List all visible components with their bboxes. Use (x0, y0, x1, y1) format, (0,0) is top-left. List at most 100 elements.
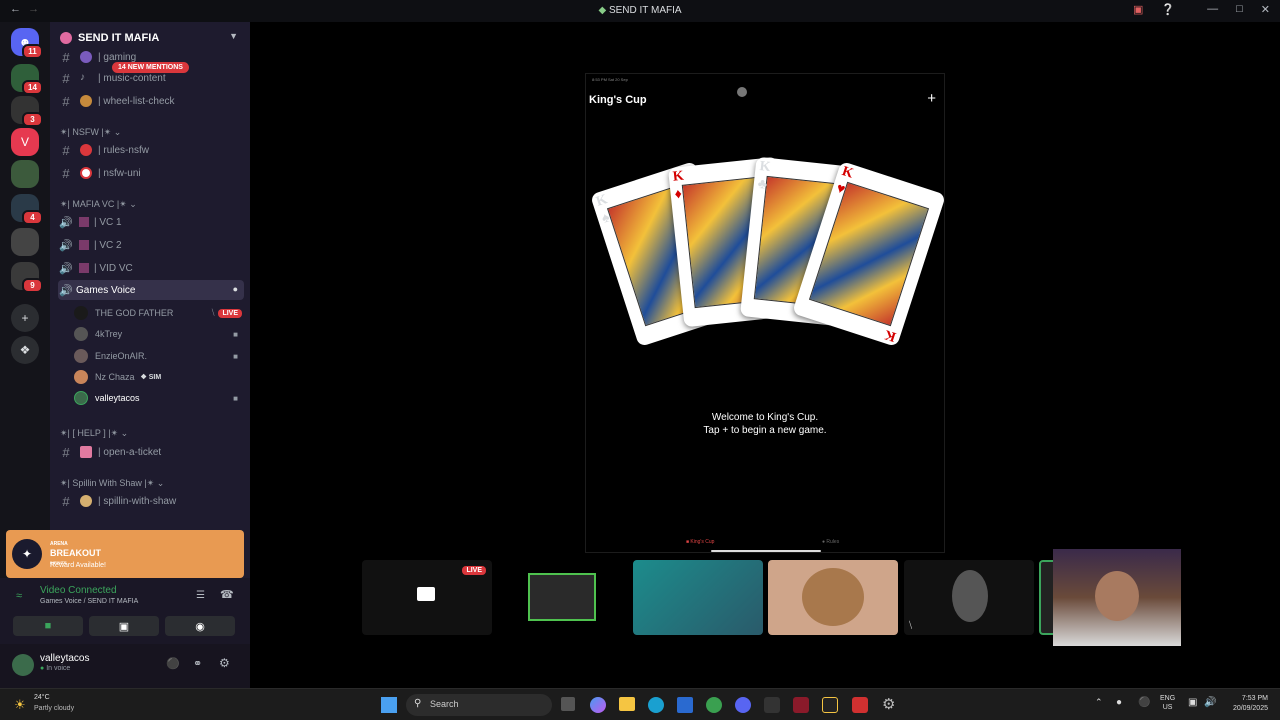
no-entry-icon (80, 144, 92, 156)
chat-bubble-icon[interactable]: ● (233, 284, 238, 294)
app-icon-4[interactable] (852, 697, 868, 713)
start-button[interactable] (381, 697, 397, 713)
category-help[interactable]: ✴| [ HELP ] |✴ ⌄ (60, 428, 128, 439)
tray-chevron-icon[interactable]: ⌃ (1095, 697, 1103, 708)
game-logo-icon: ✦ (12, 539, 42, 569)
category-mafia-vc[interactable]: ✴| MAFIA VC |✴ ⌄ (60, 199, 137, 210)
taskbar-search[interactable]: ⚲ Search (406, 694, 552, 716)
voice-user-nz-chaza[interactable]: Nz Chaza ❖ SIM (74, 367, 244, 387)
help-icon[interactable]: ❔ (1161, 3, 1175, 16)
participant-tile-2[interactable] (497, 560, 627, 635)
server-icon-1[interactable]: 14 (11, 64, 43, 95)
soundboard-icon[interactable]: ☰ (196, 590, 205, 601)
server-icon-3[interactable] (11, 160, 39, 188)
participant-tile-screen[interactable]: LIVE (362, 560, 492, 635)
video-toggle-button[interactable]: ■ (13, 616, 83, 636)
speaker-icon: 🔊 (59, 216, 73, 229)
hash-icon: # (62, 444, 70, 460)
signal-icon[interactable]: ≈ (16, 590, 22, 602)
voice-user-valleytacos[interactable]: valleytacos ■ (74, 388, 244, 408)
server-icon-4[interactable]: 4 (11, 194, 43, 225)
app-icon-2[interactable] (793, 697, 809, 713)
server-icon-valorant[interactable]: V (11, 128, 39, 156)
channel-wheel-list-check[interactable]: # | wheel-list-check (58, 91, 244, 111)
close-button[interactable]: ✕ (1261, 3, 1270, 16)
avatar (74, 306, 88, 320)
avatar (74, 370, 88, 384)
screen-share-button[interactable]: ▣ (89, 616, 159, 636)
voice-channel-vc2[interactable]: 🔊 | VC 2 (58, 235, 244, 255)
cards-icon: ■ (686, 539, 690, 545)
discord-taskbar-icon[interactable] (735, 697, 751, 713)
voice-channel-games-voice[interactable]: 🔊 Games Voice ● (58, 280, 244, 300)
weather-desc[interactable]: Partly cloudy (34, 705, 74, 712)
phone-screen[interactable]: 8:53 PM Sat 20 Sep King's Cup + ‹ K ♠ K … (585, 73, 947, 553)
live-badge: LIVE (218, 308, 242, 318)
clock[interactable]: 7:53 PM 20/09/2025 (1226, 694, 1268, 714)
app-icon-3[interactable] (822, 697, 838, 713)
inbox-icon[interactable]: ▣ (1133, 3, 1143, 16)
minimize-button[interactable]: — (1207, 3, 1218, 16)
participant-tile-4[interactable] (768, 560, 898, 635)
camera-icon: ■ (233, 351, 238, 361)
server-icon-2[interactable]: 3 (11, 96, 43, 127)
activity-button[interactable]: ◉ (165, 616, 235, 636)
settings-gear-icon[interactable]: ⚙ (219, 656, 230, 670)
discord-home-icon[interactable]: ☻ 11 (11, 28, 43, 59)
microphone-icon[interactable]: ⚫ (166, 657, 180, 670)
app-icon-1[interactable] (764, 697, 780, 713)
language-indicator[interactable]: ENG US (1160, 694, 1175, 712)
hash-icon: # (62, 49, 70, 65)
camera-icon: ■ (233, 393, 238, 403)
voice-user-4ktrey[interactable]: 4kTrey ■ (74, 324, 244, 344)
new-game-plus-button[interactable]: + (927, 90, 936, 107)
edge-icon[interactable] (648, 697, 664, 713)
chrome-icon[interactable] (706, 697, 722, 713)
tray-app-icon[interactable]: ● (1116, 697, 1122, 708)
volume-icon[interactable]: 🔊 (1204, 697, 1216, 708)
discover-icon[interactable]: ❖ (11, 336, 39, 364)
network-icon[interactable]: ▣ (1188, 697, 1197, 708)
copilot-icon[interactable] (590, 697, 606, 713)
avatar (74, 391, 88, 405)
voice-user-god-father[interactable]: THE GOD FATHER ⧹ LIVE (74, 303, 244, 323)
window-title: ◆ SEND IT MAFIA (598, 5, 682, 16)
chevron-down-icon[interactable]: ▼ (229, 31, 238, 41)
category-nsfw[interactable]: ✴| NSFW |✴ ⌄ (60, 127, 121, 138)
tab-kings-cup[interactable]: ■ King's Cup (686, 539, 714, 545)
channel-emoji-icon (79, 217, 89, 227)
participant-tile-5[interactable]: ⧹ (904, 560, 1034, 635)
channel-music-content[interactable]: # ♪ | music-content (58, 68, 244, 88)
username[interactable]: valleytacos (40, 653, 89, 664)
channel-emoji-icon (79, 263, 89, 273)
promo-banner[interactable]: ✦ ARENA BREAKOUT INFINITE Reward Availab… (6, 530, 244, 578)
channel-spillin-with-shaw[interactable]: # | spillin-with-shaw (58, 491, 244, 511)
voice-user-enzieonair[interactable]: EnzieOnAIR. ■ (74, 346, 244, 366)
user-avatar[interactable] (12, 654, 34, 676)
voice-channel-vid-vc[interactable]: 🔊 | VID VC (58, 258, 244, 278)
channel-open-a-ticket[interactable]: # | open-a-ticket (58, 442, 244, 462)
headphones-icon[interactable]: ⚭ (193, 657, 202, 670)
category-spillin[interactable]: ✴| Spillin With Shaw |✴ ⌄ (60, 478, 164, 489)
server-icon-5[interactable] (11, 228, 39, 256)
voice-location[interactable]: Games Voice / SEND IT MAFIA (40, 598, 138, 605)
channel-nsfw-uni[interactable]: # | nsfw-uni (58, 163, 244, 183)
tab-rules[interactable]: ● Rules (822, 539, 839, 545)
settings-taskbar-icon[interactable]: ⚙ (882, 695, 895, 713)
weather-temp[interactable]: 24°C (34, 694, 50, 701)
voice-status[interactable]: Video Connected (40, 585, 117, 596)
voice-channel-vc1[interactable]: 🔊 | VC 1 (58, 212, 244, 232)
taskview-icon[interactable] (561, 697, 575, 711)
maximize-button[interactable]: □ (1236, 3, 1243, 16)
store-icon[interactable] (677, 697, 693, 713)
server-icon-6[interactable]: 9 (11, 262, 43, 293)
channel-rules-nsfw[interactable]: # | rules-nsfw (58, 140, 244, 160)
file-explorer-icon[interactable] (619, 697, 635, 711)
floating-webcam[interactable] (1053, 549, 1181, 646)
disconnect-icon[interactable]: ☎ (220, 588, 234, 601)
avatar (74, 327, 88, 341)
tray-mic-icon[interactable]: ⚫ (1138, 697, 1150, 708)
participant-tile-3[interactable] (633, 560, 763, 635)
hash-icon: # (62, 93, 70, 109)
add-server-icon[interactable]: + (11, 304, 39, 332)
